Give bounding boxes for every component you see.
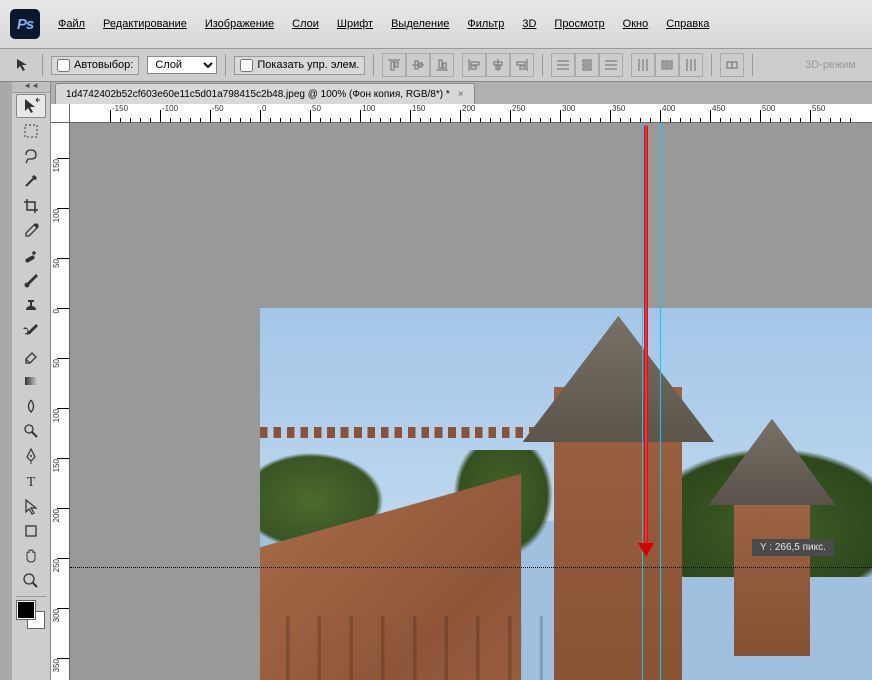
hand-tool[interactable] [16, 544, 46, 568]
document-tab-title: 1d4742402b52cf603e60e11c5d01a798415c2b48… [66, 89, 450, 100]
ruler-corner [51, 104, 70, 123]
document-tab[interactable]: 1d4742402b52cf603e60e11c5d01a798415c2b48… [55, 83, 475, 104]
menu-3d[interactable]: 3D [514, 14, 544, 34]
document-area: 1d4742402b52cf603e60e11c5d01a798415c2b48… [51, 82, 872, 680]
dist-left-button[interactable] [631, 53, 655, 77]
menu-file[interactable]: Файл [50, 14, 93, 34]
history-brush-tool[interactable] [16, 319, 46, 343]
vertical-guide-2[interactable] [660, 123, 661, 680]
dist-vcenter-button[interactable] [575, 53, 599, 77]
options-bar: Автовыбор: Слой Показать упр. элем. 3D-р… [0, 49, 872, 82]
gradient-tool[interactable] [16, 369, 46, 393]
menu-edit[interactable]: Редактирование [95, 14, 195, 34]
marquee-tool[interactable] [16, 119, 46, 143]
eyedropper-tool[interactable] [16, 219, 46, 243]
horizontal-guide-dragging[interactable] [70, 567, 872, 568]
menu-bar: Файл Редактирование Изображение Слои Шри… [50, 14, 717, 34]
ps-logo-icon: Ps [10, 9, 40, 39]
dist-right-button[interactable] [679, 53, 703, 77]
toolbox-expand-button[interactable]: ◄◄ [12, 82, 50, 93]
blur-tool[interactable] [16, 394, 46, 418]
align-right-button[interactable] [510, 53, 534, 77]
menu-select[interactable]: Выделение [383, 14, 457, 34]
align-h-group [462, 53, 534, 77]
dodge-tool[interactable] [16, 419, 46, 443]
menu-filter[interactable]: Фильтр [459, 14, 512, 34]
type-tool[interactable]: T [16, 469, 46, 493]
path-selection-tool[interactable] [16, 494, 46, 518]
clone-stamp-tool[interactable] [16, 294, 46, 318]
align-bottom-button[interactable] [430, 53, 454, 77]
show-transform-checkbox[interactable]: Показать упр. элем. [234, 56, 365, 75]
shape-tool[interactable] [16, 519, 46, 543]
annotation-arrow-head-icon [638, 543, 654, 557]
menu-type[interactable]: Шрифт [329, 14, 381, 34]
auto-select-target[interactable]: Слой [147, 56, 217, 74]
vertical-guide[interactable] [642, 123, 643, 680]
dist-bottom-button[interactable] [599, 53, 623, 77]
move-tool-indicator-icon [12, 56, 34, 74]
foreground-color-swatch[interactable] [17, 601, 35, 619]
pen-tool[interactable] [16, 444, 46, 468]
menu-image[interactable]: Изображение [197, 14, 282, 34]
align-hcenter-button[interactable] [486, 53, 510, 77]
move-tool[interactable] [16, 94, 46, 118]
workspace: ◄◄ T 1d4742402b52cf603e60e11c5d01a798415… [0, 82, 872, 680]
annotation-arrow [644, 125, 648, 545]
align-vcenter-button[interactable] [406, 53, 430, 77]
document-tabs: 1d4742402b52cf603e60e11c5d01a798415c2b48… [51, 82, 872, 104]
left-gutter [0, 82, 12, 680]
brush-tool[interactable] [16, 269, 46, 293]
menu-layer[interactable]: Слои [284, 14, 327, 34]
toolbox: ◄◄ T [12, 82, 51, 680]
magic-wand-tool[interactable] [16, 169, 46, 193]
horizontal-ruler[interactable]: -150-100-5005010015020025030035040045050… [70, 104, 872, 123]
auto-align-group [720, 53, 744, 77]
close-tab-button[interactable]: × [458, 89, 464, 100]
zoom-tool[interactable] [16, 569, 46, 593]
title-bar: Ps Файл Редактирование Изображение Слои … [0, 0, 872, 49]
lasso-tool[interactable] [16, 144, 46, 168]
guide-position-tooltip: Y : 266,5 пикс. [752, 539, 834, 556]
dist-top-button[interactable] [551, 53, 575, 77]
canvas-image [260, 308, 872, 680]
align-left-button[interactable] [462, 53, 486, 77]
svg-text:T: T [27, 475, 36, 490]
menu-window[interactable]: Окно [615, 14, 657, 34]
menu-help[interactable]: Справка [658, 14, 717, 34]
canvas[interactable]: Y : 266,5 пикс. [70, 123, 872, 680]
dist-hcenter-button[interactable] [655, 53, 679, 77]
eraser-tool[interactable] [16, 344, 46, 368]
menu-view[interactable]: Просмотр [546, 14, 612, 34]
align-edges-group [382, 53, 454, 77]
align-top-button[interactable] [382, 53, 406, 77]
distribute-h-group [631, 53, 703, 77]
3d-mode-label: 3D-режим [805, 59, 856, 71]
vertical-ruler[interactable]: 15010050050100150200250300350 [51, 123, 70, 680]
healing-brush-tool[interactable] [16, 244, 46, 268]
auto-align-button[interactable] [720, 53, 744, 77]
foreground-background-colors[interactable] [17, 601, 45, 629]
auto-select-checkbox[interactable]: Автовыбор: [51, 56, 139, 75]
distribute-v-group [551, 53, 623, 77]
crop-tool[interactable] [16, 194, 46, 218]
